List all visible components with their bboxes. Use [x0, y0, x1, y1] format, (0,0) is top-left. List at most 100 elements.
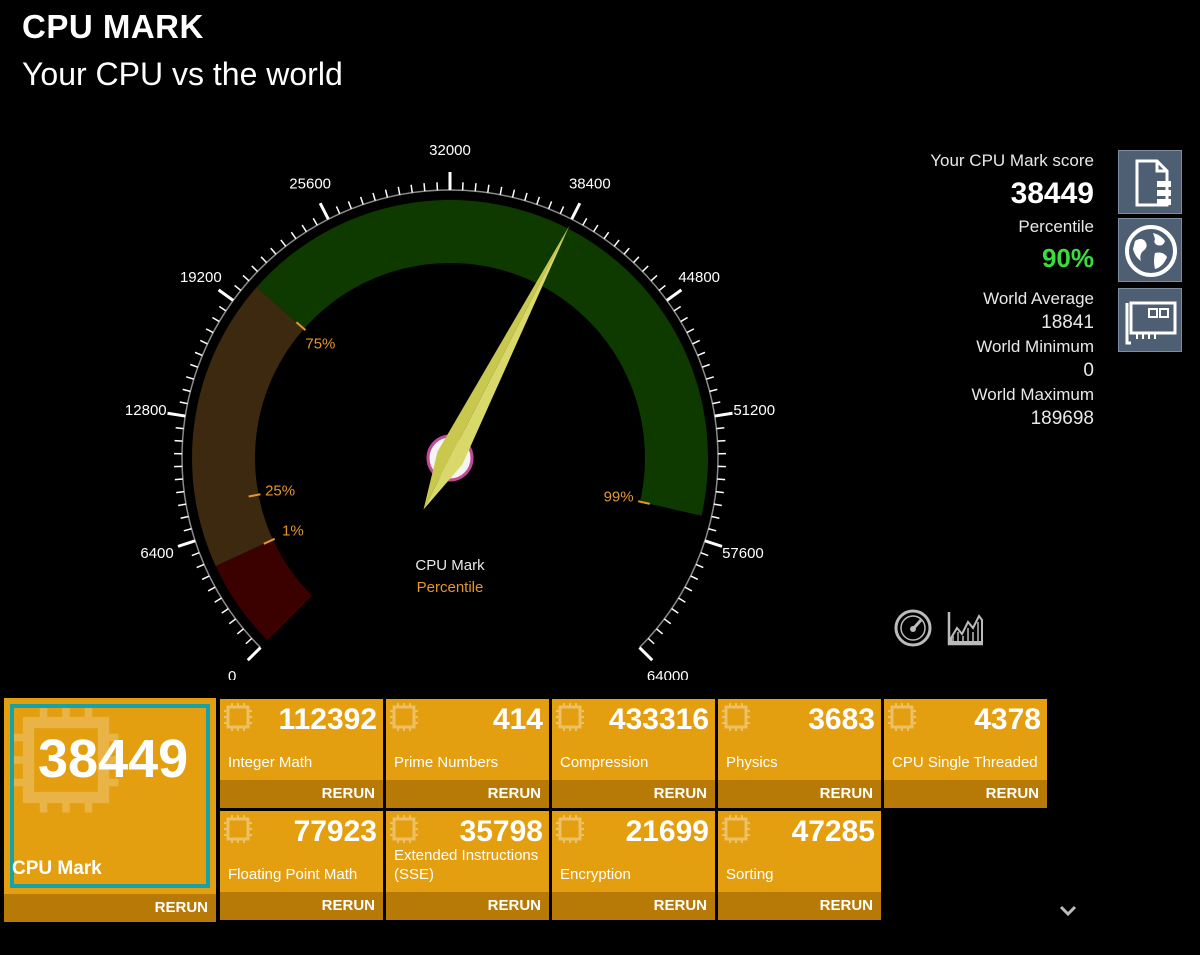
minor-tick — [524, 192, 528, 201]
rerun-button[interactable]: RERUN — [220, 892, 383, 920]
percentile-label: 25% — [265, 483, 295, 500]
rerun-button[interactable]: RERUN — [4, 894, 216, 922]
cpu-mark-name: CPU Mark — [12, 858, 102, 879]
tile-cpu-mark[interactable]: 38449 CPU Mark RERUN — [4, 698, 216, 922]
score-summary: Your CPU Mark score 38449 Percentile 90%… — [834, 150, 1094, 432]
minor-tick — [191, 552, 200, 557]
minor-tick — [678, 597, 686, 603]
document-button[interactable] — [1118, 150, 1182, 214]
minor-tick — [705, 376, 715, 380]
minor-tick — [713, 503, 723, 507]
cpu-chip-icon — [222, 701, 254, 733]
world-average-label: World Average — [983, 289, 1094, 308]
minor-tick — [196, 563, 205, 569]
minor-tick — [671, 608, 679, 614]
world-maximum-label: World Maximum — [971, 385, 1094, 404]
rerun-button[interactable]: RERUN — [884, 780, 1047, 808]
minor-tick — [686, 328, 695, 334]
minor-tick — [613, 239, 620, 247]
minor-tick — [658, 284, 666, 292]
cpu-chip-icon — [388, 813, 420, 845]
minor-tick — [221, 608, 229, 614]
benchmark-score: 4378 — [974, 703, 1041, 736]
benchmark-score: 21699 — [625, 815, 709, 848]
speedometer-icon[interactable] — [893, 608, 933, 648]
rerun-button[interactable]: RERUN — [386, 780, 549, 808]
rerun-button[interactable]: RERUN — [552, 892, 715, 920]
minor-tick — [423, 183, 426, 192]
minor-tick — [176, 490, 185, 494]
gauge-center-sublabel: Percentile — [417, 579, 484, 596]
minor-tick — [194, 351, 203, 357]
minor-tick — [692, 339, 701, 345]
minor-tick — [690, 575, 699, 581]
minor-tick — [179, 401, 188, 405]
cpu-chip-icon — [388, 701, 420, 733]
benchmark-tile[interactable]: 21699 Encryption RERUN — [552, 811, 715, 920]
minor-tick — [242, 274, 250, 282]
benchmark-tile[interactable]: 112392 Integer Math RERUN — [220, 699, 383, 808]
minor-tick — [650, 274, 658, 282]
minor-tick — [177, 503, 187, 507]
major-tick — [217, 288, 235, 302]
cpu-mark-gauge: 0 6400 12800 19200 25600 32000 38400 44800 51200… — [125, 142, 775, 680]
minor-tick — [708, 527, 717, 532]
minor-tick — [384, 189, 389, 198]
rerun-button[interactable]: RERUN — [718, 892, 881, 920]
minor-tick — [499, 186, 503, 195]
benchmark-name: Prime Numbers — [394, 754, 499, 771]
minor-tick — [511, 189, 516, 198]
minor-tick — [547, 201, 553, 210]
globe-icon — [1125, 225, 1177, 277]
tick-label: 19200 — [180, 269, 222, 286]
benchmark-score: 112392 — [278, 703, 377, 736]
minor-tick — [234, 284, 242, 292]
benchmark-tile[interactable]: 3683 Physics RERUN — [718, 699, 881, 808]
benchmark-name: Sorting — [726, 866, 774, 883]
cpu-chip-icon — [720, 813, 752, 845]
minor-tick — [312, 217, 318, 226]
world-compare-button[interactable] — [1118, 218, 1182, 282]
benchmark-tile[interactable]: 414 Prime Numbers RERUN — [386, 699, 549, 808]
minor-tick — [180, 515, 189, 519]
minor-tick — [603, 231, 610, 240]
percentile-label: 1% — [282, 522, 304, 539]
chart-icon[interactable] — [945, 608, 985, 648]
benchmark-tile[interactable]: 433316 Compression RERUN — [552, 699, 715, 808]
benchmark-score: 414 — [492, 703, 543, 736]
benchmark-score: 3683 — [808, 703, 875, 736]
rerun-button[interactable]: RERUN — [718, 780, 881, 808]
tick-label: 44800 — [678, 269, 720, 286]
minor-tick — [280, 239, 287, 247]
tick-label: 6400 — [140, 545, 173, 562]
rerun-button[interactable]: RERUN — [220, 780, 383, 808]
minor-tick — [359, 196, 364, 205]
minor-tick — [663, 618, 672, 625]
benchmark-tile[interactable]: 4378 CPU Single Threaded RERUN — [884, 699, 1047, 808]
cpu-chip-icon — [720, 701, 752, 733]
minor-tick — [623, 247, 630, 255]
minor-tick — [372, 192, 376, 201]
world-average-value: 18841 — [1041, 312, 1094, 333]
benchmark-tile[interactable]: 77923 Floating Point Math RERUN — [220, 811, 383, 920]
minor-tick — [695, 563, 704, 569]
rerun-button[interactable]: RERUN — [386, 892, 549, 920]
minor-tick — [290, 231, 297, 240]
major-tick — [246, 646, 262, 662]
major-tick — [570, 202, 582, 220]
chevron-down-icon[interactable] — [1056, 898, 1080, 922]
minor-tick — [199, 339, 208, 345]
rerun-button[interactable]: RERUN — [552, 780, 715, 808]
benchmark-name: Compression — [560, 754, 649, 771]
minor-tick — [697, 351, 706, 357]
benchmark-score: 35798 — [459, 815, 543, 848]
hardware-button[interactable] — [1118, 288, 1182, 352]
minor-tick — [174, 439, 183, 442]
minor-tick — [632, 256, 640, 264]
score-label: Your CPU Mark score — [930, 151, 1094, 170]
benchmark-tile[interactable]: 35798 Extended Instructions (SSE) RERUN — [386, 811, 549, 920]
tick-label: 12800 — [125, 402, 167, 419]
benchmark-tile[interactable]: 47285 Sorting RERUN — [718, 811, 881, 920]
major-tick — [638, 646, 654, 662]
minor-tick — [205, 328, 214, 334]
